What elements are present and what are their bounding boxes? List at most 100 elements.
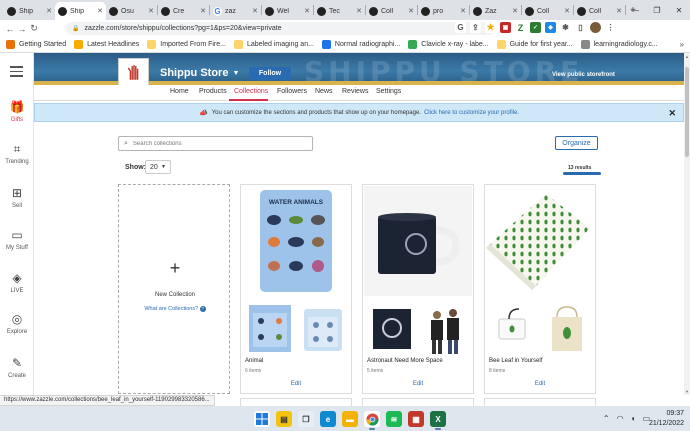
customize-profile-link[interactable]: Click here to customize your profile. — [424, 110, 519, 116]
page-scrollbar[interactable]: ▲ ▼ — [684, 53, 690, 395]
organize-button[interactable]: Organize — [555, 136, 598, 150]
file-explorer-icon[interactable]: ▬ — [342, 411, 358, 427]
browser-tab[interactable]: Cre ✕ — [158, 2, 209, 20]
collection-card-bee-leaf[interactable]: Bee Leaf in Yourself 8 items Edit — [484, 184, 596, 394]
extension-blue-icon[interactable]: ◆ — [545, 22, 556, 33]
sidebar-item-gifts[interactable]: 🎁 Gifts — [0, 100, 34, 123]
search-input[interactable] — [132, 140, 303, 147]
edge-icon[interactable]: e — [320, 411, 336, 427]
tab-close-icon[interactable]: ✕ — [46, 7, 52, 15]
edit-link[interactable]: Edit — [241, 381, 351, 387]
collection-title[interactable]: Bee Leaf in Yourself — [489, 358, 542, 364]
chevron-up-icon[interactable]: ⌃ — [603, 414, 610, 423]
tab-close-icon[interactable]: ✕ — [512, 7, 518, 15]
spotify-icon[interactable]: ≋ — [386, 411, 402, 427]
browser-tab[interactable]: Coll ✕ — [574, 2, 625, 20]
clock[interactable]: 09:37 21/12/2022 — [649, 409, 684, 429]
browser-tab[interactable]: Coll ✕ — [522, 2, 573, 20]
browser-tab[interactable]: Coll ✕ — [366, 2, 417, 20]
minimize-icon[interactable]: — — [624, 6, 646, 15]
url-input[interactable]: 🔒 zazzle.com/store/shippu/collections?pg… — [66, 22, 496, 35]
browser-tab[interactable]: Osu ✕ — [106, 2, 157, 20]
red-app-icon[interactable]: ▦ — [408, 411, 424, 427]
collection-title[interactable]: Astronaut Need More Space — [367, 358, 443, 364]
tab-close-icon[interactable]: ✕ — [408, 7, 414, 15]
tab-close-icon[interactable]: ✕ — [460, 7, 466, 15]
edit-link[interactable]: Edit — [363, 381, 473, 387]
tab-home[interactable]: Home — [170, 88, 189, 95]
wifi-icon[interactable]: ◠ — [617, 414, 624, 423]
bookmark-item[interactable]: Latest Headlines — [74, 40, 139, 49]
chrome-icon[interactable] — [364, 411, 380, 430]
share-icon[interactable]: ⇪ — [470, 22, 481, 33]
menu-dots-icon[interactable]: ⋮ — [605, 22, 616, 33]
bookmark-item[interactable]: Guide for first year... — [496, 40, 573, 49]
collection-card-animal[interactable]: WATER ANIMALS Animal 6 items Edit — [240, 184, 352, 394]
puzzle-icon[interactable]: ✱ — [560, 22, 571, 33]
hamburger-menu-icon[interactable] — [10, 66, 23, 80]
scroll-up-icon[interactable]: ▲ — [684, 54, 690, 59]
scrollbar-thumb[interactable] — [685, 67, 689, 157]
browser-tab[interactable]: Wel ✕ — [262, 2, 313, 20]
tab-settings[interactable]: Settings — [376, 88, 401, 95]
collection-title[interactable]: Animal — [245, 358, 263, 364]
edit-link[interactable]: Edit — [485, 381, 595, 387]
forward-icon[interactable]: → — [16, 24, 28, 34]
volume-icon[interactable]: ◖ — [631, 414, 636, 423]
browser-tab[interactable]: Gzaz ✕ — [210, 2, 261, 20]
bookmark-item[interactable]: Imported From Fire... — [147, 40, 226, 49]
follow-button[interactable]: Follow — [249, 67, 291, 80]
sidebar-item-live[interactable]: ◈ LIVE — [0, 271, 34, 294]
sidebar-item-sell[interactable]: ⊞ Sell — [0, 186, 34, 209]
tab-close-icon[interactable]: ✕ — [616, 7, 622, 15]
windows-start-icon[interactable] — [254, 411, 270, 427]
extension-red-icon[interactable]: ▣ — [500, 22, 511, 33]
what-are-collections-link[interactable]: What are Collections? ? — [119, 306, 231, 312]
tab-collections[interactable]: Collections — [234, 88, 268, 95]
browser-tab[interactable]: Ship ✕ — [55, 2, 106, 20]
scroll-down-icon[interactable]: ▼ — [684, 389, 690, 394]
bookmark-item[interactable]: Getting Started — [6, 40, 66, 49]
bookmark-item[interactable]: Clavicle x-ray - labe... — [408, 40, 489, 49]
tab-products[interactable]: Products — [199, 88, 227, 95]
extension-z-icon[interactable]: Z — [515, 22, 526, 33]
maximize-icon[interactable]: ❐ — [646, 6, 668, 15]
tab-close-icon[interactable]: ✕ — [148, 7, 154, 15]
tab-close-icon[interactable]: ✕ — [356, 7, 362, 15]
sidebar-item-create[interactable]: ✎ Create — [0, 356, 34, 379]
tab-close-icon[interactable]: ✕ — [97, 7, 103, 15]
close-icon[interactable]: ✕ — [668, 108, 676, 119]
excel-icon[interactable]: X — [430, 411, 446, 430]
bookmarks-overflow-icon[interactable]: » — [680, 40, 684, 49]
bookmark-item[interactable]: Labeled imaging an... — [233, 40, 314, 49]
sticky-notes-icon[interactable]: ▤ — [276, 411, 292, 427]
browser-tab[interactable]: pro ✕ — [418, 2, 469, 20]
sidebar-item-trending[interactable]: ⌗ Trending — [0, 142, 34, 165]
tab-news[interactable]: News — [315, 88, 333, 95]
close-window-icon[interactable]: ✕ — [668, 6, 690, 15]
tab-close-icon[interactable]: ✕ — [200, 7, 206, 15]
task-view-icon[interactable]: ❒ — [298, 411, 314, 427]
bookmark-star-icon[interactable]: ★ — [485, 22, 496, 33]
browser-tab[interactable]: Zaz ✕ — [470, 2, 521, 20]
tab-close-icon[interactable]: ✕ — [252, 7, 258, 15]
google-lens-icon[interactable]: G — [455, 22, 466, 33]
browser-tab[interactable]: Tec ✕ — [314, 2, 365, 20]
store-name-dropdown[interactable]: Shippu Store ▼ — [160, 67, 239, 79]
tab-close-icon[interactable]: ✕ — [304, 7, 310, 15]
page-size-select[interactable]: 20 ▼ — [145, 160, 171, 174]
back-icon[interactable]: ← — [4, 24, 16, 34]
new-collection-card[interactable]: + New Collection What are Collections? ? — [118, 184, 230, 394]
extension-green-icon[interactable]: ✓ — [530, 22, 541, 33]
tab-followers[interactable]: Followers — [277, 88, 307, 95]
collection-card-astronaut[interactable]: Astronaut Need More Space 5 items Edit — [362, 184, 474, 394]
tab-close-icon[interactable]: ✕ — [564, 7, 570, 15]
view-public-storefront-link[interactable]: View public storefront — [552, 72, 615, 78]
bookmark-item[interactable]: Normal radiographi... — [321, 40, 400, 49]
sidebar-item-explore[interactable]: ◎ Explore — [0, 312, 34, 335]
browser-tab[interactable]: Ship ✕ — [4, 2, 55, 20]
sidepanel-icon[interactable]: ▯ — [575, 22, 586, 33]
tab-reviews[interactable]: Reviews — [342, 88, 368, 95]
sidebar-item-my-stuff[interactable]: ▭ My Stuff — [0, 228, 34, 251]
reload-icon[interactable]: ↻ — [28, 23, 40, 34]
